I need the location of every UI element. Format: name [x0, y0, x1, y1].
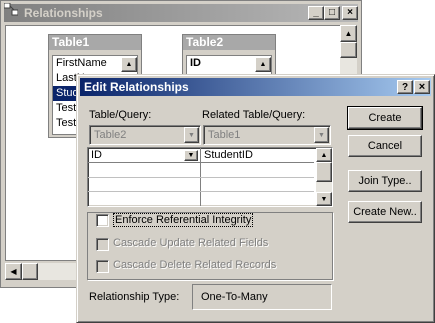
cascade-delete-checkbox[interactable] — [96, 260, 109, 273]
join-type-button-label: Join Type.. — [358, 175, 412, 187]
scroll-up-icon[interactable]: ▲ — [340, 25, 357, 42]
cascade-update-label: Cascade Update Related Fields — [113, 237, 269, 249]
chevron-down-icon[interactable]: ▼ — [184, 150, 198, 161]
relationship-type-box: One-To-Many — [192, 284, 332, 310]
help-button[interactable]: ? — [397, 80, 413, 94]
table-query-value: Table2 — [94, 129, 127, 141]
grid-cell-right[interactable]: StudentID — [204, 149, 253, 161]
field-mapping-grid[interactable]: ID ▼ StudentID ▲ ▼ — [87, 147, 333, 207]
cascade-update-checkbox[interactable] — [96, 238, 109, 251]
grid-line — [88, 191, 314, 192]
relationships-title: Relationships — [24, 6, 103, 20]
table-query-label: Table/Query: — [89, 109, 152, 121]
grid-line — [88, 177, 314, 178]
chevron-down-icon[interactable]: ▼ — [314, 127, 329, 143]
cancel-button[interactable]: Cancel — [348, 135, 422, 157]
scroll-left-icon[interactable]: ◀ — [5, 263, 22, 280]
create-button-label: Create — [368, 112, 402, 124]
join-type-button[interactable]: Join Type.. — [348, 170, 422, 192]
close-button[interactable]: × — [342, 6, 358, 20]
grid-line — [88, 162, 314, 163]
scroll-down-icon[interactable]: ▼ — [316, 192, 332, 206]
edit-relationships-dialog: Edit Relationships ? × Table/Query: Rela… — [76, 74, 435, 323]
scroll-up-arrow-icon[interactable]: ▲ — [255, 57, 271, 72]
enforce-integrity-checkbox[interactable] — [96, 214, 109, 227]
cancel-button-label: Cancel — [367, 140, 403, 152]
minimize-button[interactable]: _ — [308, 6, 324, 20]
dialog-close-button[interactable]: × — [414, 80, 430, 94]
scroll-up-icon[interactable]: ▲ — [316, 148, 332, 162]
maximize-button[interactable]: □ — [324, 6, 340, 20]
related-table-query-value: Table1 — [208, 129, 241, 141]
create-button[interactable]: Create — [347, 106, 423, 130]
cascade-delete-label: Cascade Delete Related Records — [113, 259, 277, 271]
table1-title[interactable]: Table1 — [49, 35, 141, 50]
dialog-title-bar[interactable]: Edit Relationships — [80, 78, 431, 96]
scroll-thumb[interactable] — [340, 42, 357, 58]
relationships-title-bar[interactable]: Relationships — [4, 4, 358, 22]
enforce-integrity-label[interactable]: Enforce Referential Integrity — [113, 213, 254, 227]
scroll-thumb[interactable] — [22, 263, 38, 280]
chevron-down-icon[interactable]: ▼ — [184, 127, 199, 143]
relationships-icon — [4, 3, 18, 16]
related-table-query-combo[interactable]: Table1 ▼ — [203, 125, 331, 145]
relationship-type-label: Relationship Type: — [89, 291, 180, 303]
scroll-thumb[interactable] — [316, 162, 332, 182]
grid-scrollbar[interactable]: ▲ ▼ — [316, 148, 332, 206]
relationship-type-value: One-To-Many — [201, 291, 268, 303]
table-query-combo[interactable]: Table2 ▼ — [89, 125, 201, 145]
related-table-query-label: Related Table/Query: — [202, 109, 306, 121]
create-new-button-label: Create New.. — [353, 206, 417, 218]
dialog-title: Edit Relationships — [84, 80, 189, 94]
create-new-button[interactable]: Create New.. — [348, 201, 422, 223]
scroll-up-arrow-icon[interactable]: ▲ — [121, 57, 137, 72]
grid-cell-left[interactable]: ID — [91, 149, 102, 161]
table2-title[interactable]: Table2 — [183, 35, 275, 50]
